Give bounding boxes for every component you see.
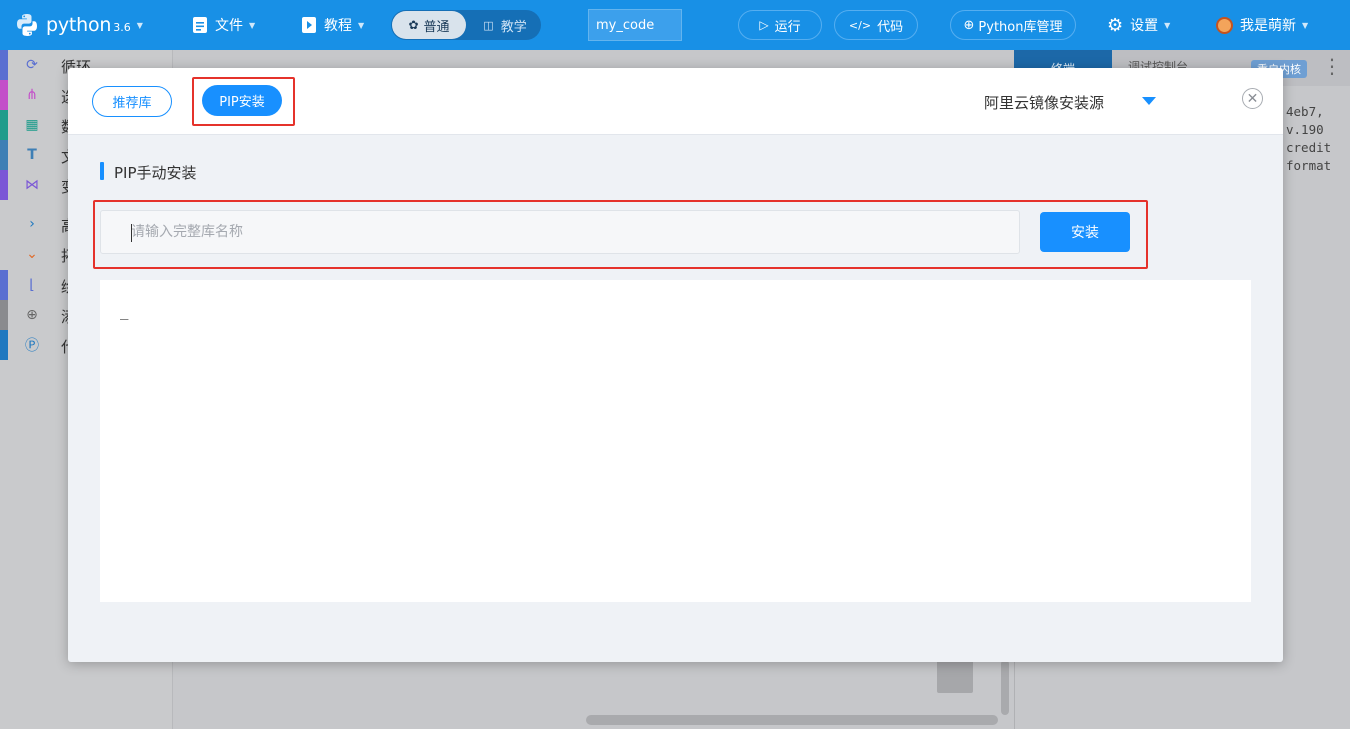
more-vertical-icon[interactable]: ⋮ (1322, 56, 1342, 76)
run-button[interactable]: ▷ 运行 (738, 10, 822, 40)
top-bar: python 3.6 ▼ 文件 ▼ 教程 ▼ ✿ 普通 ◫ 教学 my_code… (0, 0, 1350, 50)
tab-recommended[interactable]: 推荐库 (92, 86, 172, 117)
mode-toggle[interactable]: ✿ 普通 ◫ 教学 (391, 10, 541, 40)
category-stripe (0, 300, 8, 330)
category-stripe (0, 140, 8, 170)
dialog-header: 推荐库 PIP安装 阿里云镜像安装源 ✕ (68, 68, 1283, 135)
output-cursor: _ (120, 304, 129, 320)
logo-version: 3.6 (113, 21, 131, 34)
vertical-scrollbar[interactable] (1001, 660, 1009, 715)
dropdown-caret-icon[interactable] (1142, 97, 1156, 105)
chevron-down-icon: ▼ (1164, 20, 1171, 30)
p-circle-icon: Ⓟ (25, 338, 39, 354)
section-title: PIP手动安装 (114, 164, 197, 182)
menu-tutorial[interactable]: 教程 ▼ (301, 0, 364, 50)
console-line: format (1286, 158, 1332, 173)
avatar (1216, 16, 1233, 34)
mode-teach-label: 教学 (500, 19, 527, 35)
install-button[interactable]: 安装 (1040, 212, 1130, 252)
menu-settings[interactable]: ⚙ 设置 ▼ (1107, 0, 1170, 50)
minimap-thumb[interactable] (937, 660, 973, 693)
chevron-down-icon: ▼ (1302, 20, 1309, 30)
gear-small-icon: ✿ (408, 18, 419, 32)
chevron-down-icon: ▼ (358, 20, 365, 30)
mode-normal[interactable]: ✿ 普通 (392, 11, 466, 39)
menu-file-label: 文件 (215, 18, 243, 34)
chevron-down-icon: ▼ (249, 20, 256, 30)
horizontal-scrollbar[interactable] (586, 715, 998, 725)
logo[interactable]: python 3.6 ▼ (14, 0, 143, 50)
user-name: 我是萌新 (1240, 18, 1296, 34)
mirror-source-select[interactable]: 阿里云镜像安装源 (984, 92, 1104, 113)
plus-circle-icon: ⊕ (26, 307, 38, 323)
play-icon: ▷ (759, 18, 769, 32)
category-stripe (0, 270, 8, 300)
code-icon: </> (848, 18, 872, 32)
category-stripe (0, 50, 8, 80)
calc-icon: ▦ (25, 117, 39, 133)
console-output: 4eb7, v.190 credit format (1286, 103, 1331, 175)
console-line: v.190 (1286, 122, 1324, 137)
logo-text: python (46, 14, 112, 36)
mode-teach[interactable]: ◫ 教学 (471, 11, 539, 39)
book-icon: ◫ (483, 18, 494, 32)
tab-pip-install[interactable]: PIP安装 (202, 85, 282, 116)
loop-icon: ⟳ (26, 57, 38, 73)
text-cursor (131, 224, 132, 242)
package-name-input[interactable] (101, 211, 1019, 253)
text-icon: T (27, 147, 37, 163)
branch-icon: ⋔ (26, 87, 38, 103)
menu-tutorial-label: 教程 (324, 18, 352, 34)
chevron-down-icon: ⌄ (26, 246, 38, 262)
section-accent-bar (100, 162, 104, 180)
mode-normal-label: 普通 (423, 19, 450, 35)
package-name-field[interactable] (100, 210, 1020, 254)
gear-icon: ⚙ (1107, 14, 1124, 36)
category-stripe (0, 80, 8, 110)
code-label: 代码 (877, 19, 904, 35)
install-output-area: _ (100, 280, 1251, 602)
chart-icon: ⌊ (29, 277, 35, 293)
tutorial-icon (302, 17, 316, 33)
filename-field[interactable]: my_code (588, 9, 682, 41)
chevron-down-icon: ▼ (136, 20, 143, 30)
package-manager-button[interactable]: ⊕ Python库管理 (950, 10, 1076, 40)
category-stripe (0, 330, 8, 360)
chevron-right-icon: › (29, 216, 35, 232)
code-button[interactable]: </> 代码 (834, 10, 918, 40)
menu-settings-label: 设置 (1130, 18, 1159, 34)
close-icon[interactable]: ✕ (1242, 88, 1263, 109)
plus-circle-icon: ⊕ (963, 17, 975, 33)
category-stripe (0, 170, 8, 200)
package-manager-dialog: 推荐库 PIP安装 阿里云镜像安装源 ✕ PIP手动安装 安装 _ (68, 68, 1283, 662)
user-menu[interactable]: 我是萌新 ▼ (1216, 0, 1308, 50)
variable-icon: ⋈ (25, 177, 39, 193)
menu-file[interactable]: 文件 ▼ (192, 0, 255, 50)
file-icon (193, 17, 207, 33)
package-manager-label: Python库管理 (978, 19, 1063, 35)
run-label: 运行 (774, 19, 801, 35)
python-logo-icon (17, 14, 37, 36)
category-stripe (0, 110, 8, 140)
console-line: credit (1286, 140, 1332, 155)
console-line: 4eb7, (1286, 104, 1324, 119)
